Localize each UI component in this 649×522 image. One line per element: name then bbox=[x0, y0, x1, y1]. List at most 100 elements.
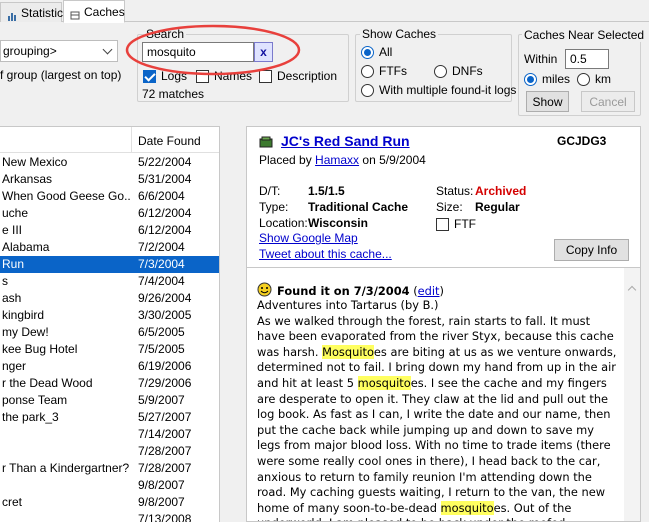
list-header: Date Found bbox=[0, 127, 219, 153]
list-item[interactable]: kee Bug Hotel 7/5/2005 bbox=[0, 341, 219, 358]
size-label: Size: bbox=[436, 200, 463, 214]
list-item[interactable]: my Dew! 6/5/2005 bbox=[0, 324, 219, 341]
cache-name: ash bbox=[2, 291, 22, 305]
log-title: Adventures into Tartarus (by B.) bbox=[257, 298, 439, 312]
cache-name: When Good Geese Go... bbox=[2, 189, 130, 203]
show-multiple-found-radio[interactable]: With multiple found-it logs bbox=[361, 83, 516, 97]
cache-list: Date Found New Mexico 5/22/2004 Arkansas 5/… bbox=[0, 126, 220, 522]
date-found: 7/5/2005 bbox=[138, 342, 185, 356]
type-value: Traditional Cache bbox=[308, 200, 409, 214]
show-all-radio[interactable]: All bbox=[361, 45, 392, 59]
sort-order-label: f group (largest on top) bbox=[0, 68, 122, 82]
list-item[interactable]: 7/14/2007 bbox=[0, 426, 219, 443]
dt-value: 1.5/1.5 bbox=[308, 184, 345, 198]
list-item[interactable]: s 7/4/2004 bbox=[0, 273, 219, 290]
cache-name: nger bbox=[2, 359, 27, 373]
cache-name: Arkansas bbox=[2, 172, 53, 186]
date-found: 6/5/2005 bbox=[138, 325, 185, 339]
date-found: 6/19/2006 bbox=[138, 359, 192, 373]
show-google-map-link[interactable]: Show Google Map bbox=[259, 231, 358, 245]
scroll-up-icon[interactable] bbox=[627, 285, 637, 295]
list-item[interactable]: r Than a Kindergartner? 7/28/2007 bbox=[0, 460, 219, 477]
owner-link[interactable]: Hamaxx bbox=[315, 153, 359, 167]
list-item[interactable]: uche 6/12/2004 bbox=[0, 205, 219, 222]
list-item[interactable]: 7/28/2007 bbox=[0, 443, 219, 460]
grouping-dropdown[interactable]: grouping> bbox=[0, 40, 118, 62]
ftf-checkbox[interactable]: FTF bbox=[436, 217, 476, 231]
date-found: 5/9/2007 bbox=[138, 393, 185, 407]
tab-statistics[interactable]: Statistics bbox=[0, 2, 69, 22]
log-text: Adventures into Tartarus (by B.) As we w… bbox=[257, 298, 619, 521]
list-item[interactable]: Alabama 7/2/2004 bbox=[0, 239, 219, 256]
cache-name: kee Bug Hotel bbox=[2, 342, 78, 356]
show-ftfs-radio[interactable]: FTFs bbox=[361, 64, 407, 78]
list-item[interactable]: kingbird 3/30/2005 bbox=[0, 307, 219, 324]
status-label: Status: bbox=[436, 184, 474, 198]
date-found: 5/22/2004 bbox=[138, 155, 192, 169]
list-item[interactable]: 9/8/2007 bbox=[0, 477, 219, 494]
date-found: 9/8/2007 bbox=[138, 495, 185, 509]
cache-name: r Than a Kindergartner? bbox=[2, 461, 130, 475]
list-item[interactable]: nger 6/19/2006 bbox=[0, 358, 219, 375]
cache-code: GCJDG3 bbox=[557, 134, 607, 148]
search-highlight: mosquito bbox=[440, 500, 494, 515]
cache-name: New Mexico bbox=[2, 155, 68, 169]
dt-label: D/T: bbox=[259, 184, 281, 198]
log-panel: Found it on 7/3/2004 (edit) Adventures i… bbox=[246, 268, 641, 522]
statistics-icon bbox=[7, 8, 17, 21]
annotation-ellipse bbox=[125, 24, 301, 76]
date-found: 5/27/2007 bbox=[138, 410, 192, 424]
search-highlight: Mosquito bbox=[322, 344, 374, 359]
date-found: 7/2/2004 bbox=[138, 240, 185, 254]
placed-by-line: Placed by Hamaxx on 5/9/2004 bbox=[259, 153, 426, 167]
cache-name: Run bbox=[2, 257, 25, 271]
copy-info-button[interactable]: Copy Info bbox=[554, 239, 629, 261]
list-item[interactable]: Run 7/3/2004 bbox=[0, 256, 219, 273]
list-item[interactable]: r the Dead Wood 7/29/2006 bbox=[0, 375, 219, 392]
size-value: Regular bbox=[475, 200, 520, 214]
date-found: 7/29/2006 bbox=[138, 376, 192, 390]
status-value: Archived bbox=[475, 184, 527, 198]
show-caches-title: Show Caches bbox=[360, 27, 439, 41]
show-button[interactable]: Show bbox=[526, 91, 569, 112]
show-dnfs-radio[interactable]: DNFs bbox=[434, 64, 483, 78]
list-item[interactable]: Arkansas 5/31/2004 bbox=[0, 171, 219, 188]
caches-near-title: Caches Near Selected bbox=[522, 28, 647, 42]
location-value: Wisconsin bbox=[308, 216, 368, 230]
log-scrollbar[interactable] bbox=[624, 268, 640, 521]
list-item[interactable]: When Good Geese Go... 6/6/2004 bbox=[0, 188, 219, 205]
cache-name: uche bbox=[2, 206, 29, 220]
cache-name: Alabama bbox=[2, 240, 50, 254]
date-found: 9/26/2004 bbox=[138, 291, 192, 305]
list-item[interactable]: the park_3 5/27/2007 bbox=[0, 409, 219, 426]
date-found: 7/3/2004 bbox=[138, 257, 185, 271]
date-found-header[interactable]: Date Found bbox=[138, 134, 201, 148]
tweet-link[interactable]: Tweet about this cache... bbox=[259, 247, 392, 261]
location-label: Location: bbox=[259, 216, 308, 230]
within-distance-input[interactable] bbox=[565, 49, 609, 69]
found-date: Found it on 7/3/2004 bbox=[277, 284, 410, 298]
cache-name: e III bbox=[2, 223, 23, 237]
cache-name: cret bbox=[2, 495, 23, 509]
list-item[interactable]: e III 6/12/2004 bbox=[0, 222, 219, 239]
cache-name-link[interactable]: JC's Red Sand Run bbox=[281, 133, 410, 149]
date-found: 5/31/2004 bbox=[138, 172, 192, 186]
caches-icon bbox=[70, 7, 80, 19]
cache-type-icon bbox=[259, 136, 273, 151]
tab-caches[interactable]: Caches bbox=[63, 0, 125, 23]
cancel-button[interactable]: Cancel bbox=[581, 91, 635, 112]
date-found: 7/13/2008 bbox=[138, 512, 192, 522]
list-item[interactable]: New Mexico 5/22/2004 bbox=[0, 154, 219, 171]
date-found: 6/6/2004 bbox=[138, 189, 185, 203]
list-item[interactable]: ash 9/26/2004 bbox=[0, 290, 219, 307]
list-item[interactable]: 7/13/2008 bbox=[0, 511, 219, 522]
column-divider bbox=[131, 127, 132, 153]
edit-log-link[interactable]: edit bbox=[418, 284, 440, 298]
list-item[interactable]: ponse Team 5/9/2007 bbox=[0, 392, 219, 409]
km-radio[interactable]: km bbox=[577, 72, 611, 86]
date-found: 7/14/2007 bbox=[138, 427, 192, 441]
miles-radio[interactable]: miles bbox=[524, 72, 570, 86]
match-count: 72 matches bbox=[142, 87, 205, 101]
list-item[interactable]: cret 9/8/2007 bbox=[0, 494, 219, 511]
within-label: Within bbox=[524, 52, 558, 66]
